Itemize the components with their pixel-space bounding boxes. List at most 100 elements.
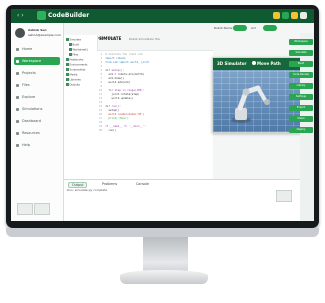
sidebar-item-files[interactable]: Files — [14, 81, 60, 89]
file-tree-label: Media — [69, 73, 78, 77]
console-output: Run: simulate.py complete — [67, 188, 108, 192]
robot-arm-model — [231, 85, 270, 123]
sidebar-item-label: Files — [22, 83, 30, 87]
title-bar: ‹ › CodeBuilder — [11, 9, 314, 23]
simulator-title: 3D Simulator — [217, 61, 247, 66]
sidebar-item-label: Explore — [22, 95, 36, 99]
tab-problems[interactable]: Problems — [102, 182, 117, 186]
code-line: 6 arm = robots.Arm(dof=6) — [99, 73, 145, 76]
tab-console[interactable]: Console — [136, 182, 149, 186]
code-line: 5 def setup(): — [99, 69, 124, 72]
sidebar-item-label: Dashboard — [22, 119, 41, 123]
app-logo-icon — [37, 11, 46, 20]
folder-icon — [66, 58, 69, 61]
code-text: if __name__ == '__main__': — [105, 125, 146, 128]
file-tree-item[interactable]: Libraries — [66, 78, 81, 81]
file-tree-item[interactable]: Notebooks — [66, 58, 83, 61]
file-tree-item[interactable]: Files — [69, 53, 78, 56]
sidebar-item-icon — [16, 107, 19, 111]
sidebar-item-icon — [16, 83, 19, 87]
code-text: from sim import world, joint — [105, 61, 149, 64]
code-line: 9 — [99, 85, 105, 88]
folder-icon — [66, 68, 69, 71]
file-tree-label: Build — [72, 43, 80, 47]
file-tree: Simulate Build Worksheet1 Files Notebooks Env… — [64, 35, 98, 183]
code-line: 17 print('done') — [99, 117, 129, 120]
file-tree-item[interactable]: Build — [69, 43, 79, 46]
sidebar-item-resources[interactable]: Resources — [14, 129, 60, 137]
sidebar-item-workspace[interactable]: Workspace — [14, 57, 60, 65]
sidebar-item-home[interactable]: Home — [14, 45, 60, 53]
record-icon[interactable] — [252, 61, 256, 65]
star-icon[interactable] — [273, 12, 280, 19]
file-tree-label: Screenshots — [69, 68, 86, 72]
window-close-icon[interactable] — [300, 12, 307, 19]
sidebar-item-projects[interactable]: Projects — [14, 69, 60, 77]
code-editor[interactable]: 1 # Simulate the robot arm 2 import robo… — [97, 51, 213, 179]
folder-icon — [66, 38, 69, 41]
right-panel-button-code-review[interactable]: Code Review — [289, 72, 313, 78]
simulator-tab[interactable]: Move Path — [257, 61, 281, 66]
code-line: 2 import robots — [99, 57, 126, 60]
file-tree-item[interactable]: Environments — [66, 63, 87, 66]
sidebar-item-label: Projects — [22, 71, 36, 75]
sidebar: Ashish Sen ashish@example.com Home Worksp… — [11, 23, 64, 221]
line-number: 9 — [99, 85, 106, 88]
robot-name-label: Robot Name — [214, 26, 233, 30]
file-tree-label: Files — [72, 53, 79, 57]
file-tree-label: Outputs — [69, 83, 80, 87]
code-line: 20 run() — [99, 129, 116, 132]
tab-output[interactable]: Output — [68, 182, 88, 188]
file-tree-item[interactable]: Screenshots — [66, 68, 85, 71]
sidebar-item-simulations[interactable]: Simulations — [14, 105, 60, 113]
file-tree-item[interactable]: Simulate — [66, 38, 81, 41]
file-tree-item[interactable]: Media — [66, 73, 77, 76]
act-toggle[interactable] — [263, 25, 277, 31]
code-line: 16 world.render(mode='3d') — [99, 113, 144, 116]
monitor-stand-base — [120, 270, 208, 284]
right-panel-button-share[interactable]: Share — [289, 116, 313, 122]
line-number: 4 — [99, 65, 106, 68]
right-panel-button-deploy[interactable]: Deploy — [289, 127, 313, 133]
code-text: arm.home() — [105, 77, 124, 80]
code-line: 19 if __name__ == '__main__': — [99, 125, 146, 128]
notification-icon[interactable] — [282, 12, 289, 19]
code-line: 12 world.update() — [99, 97, 133, 100]
file-tree-item[interactable]: Outputs — [66, 83, 80, 86]
sidebar-item-label: Simulations — [22, 107, 43, 111]
code-line: 7 arm.home() — [99, 77, 124, 80]
settings-icon[interactable] — [291, 12, 298, 19]
apps-grid-icon[interactable] — [17, 203, 33, 215]
code-line: 11 joint.rotate(step) — [99, 93, 140, 96]
folder-icon — [66, 63, 69, 66]
code-text: world.add(arm) — [105, 81, 131, 84]
sidebar-item-icon — [16, 59, 19, 63]
right-panel-button-build[interactable]: Build — [289, 61, 313, 67]
right-panel-button-settings[interactable]: Settings — [289, 94, 313, 100]
file-tree-item[interactable]: Worksheet1 — [69, 48, 88, 51]
right-panel-button-simulate[interactable]: Simulate — [289, 50, 313, 56]
app-logo-text: CodeBuilder — [48, 12, 90, 19]
code-text: world.update() — [105, 97, 134, 100]
right-panel-button-workspace[interactable]: Workspace — [289, 39, 313, 45]
sidebar-item-dashboard[interactable]: Dashboard — [14, 117, 60, 125]
apps-grid-icon[interactable] — [276, 190, 292, 202]
sidebar-item-help[interactable]: Help — [14, 141, 60, 149]
sidebar-item-icon — [16, 119, 19, 123]
sidebar-item-explore[interactable]: Explore — [14, 93, 60, 101]
avatar[interactable] — [15, 28, 25, 38]
folder-icon — [66, 83, 69, 86]
code-text: setup() — [105, 109, 120, 112]
right-panel-button-library[interactable]: Library — [289, 83, 313, 89]
folder-icon — [69, 43, 72, 46]
nav-arrows[interactable]: ‹ › — [17, 12, 24, 19]
code-line: 14 def run(): — [99, 105, 121, 108]
robot-name-toggle[interactable] — [233, 25, 247, 31]
file-tree-label: Simulate — [69, 38, 81, 42]
code-line: 18 — [99, 121, 105, 124]
user-email: ashish@example.com — [28, 33, 61, 37]
simulation-viewport[interactable] — [213, 70, 301, 132]
sidebar-item-icon — [16, 131, 19, 135]
apps-grid-icon[interactable] — [34, 203, 50, 215]
right-panel-button-export[interactable]: Export — [289, 105, 313, 111]
